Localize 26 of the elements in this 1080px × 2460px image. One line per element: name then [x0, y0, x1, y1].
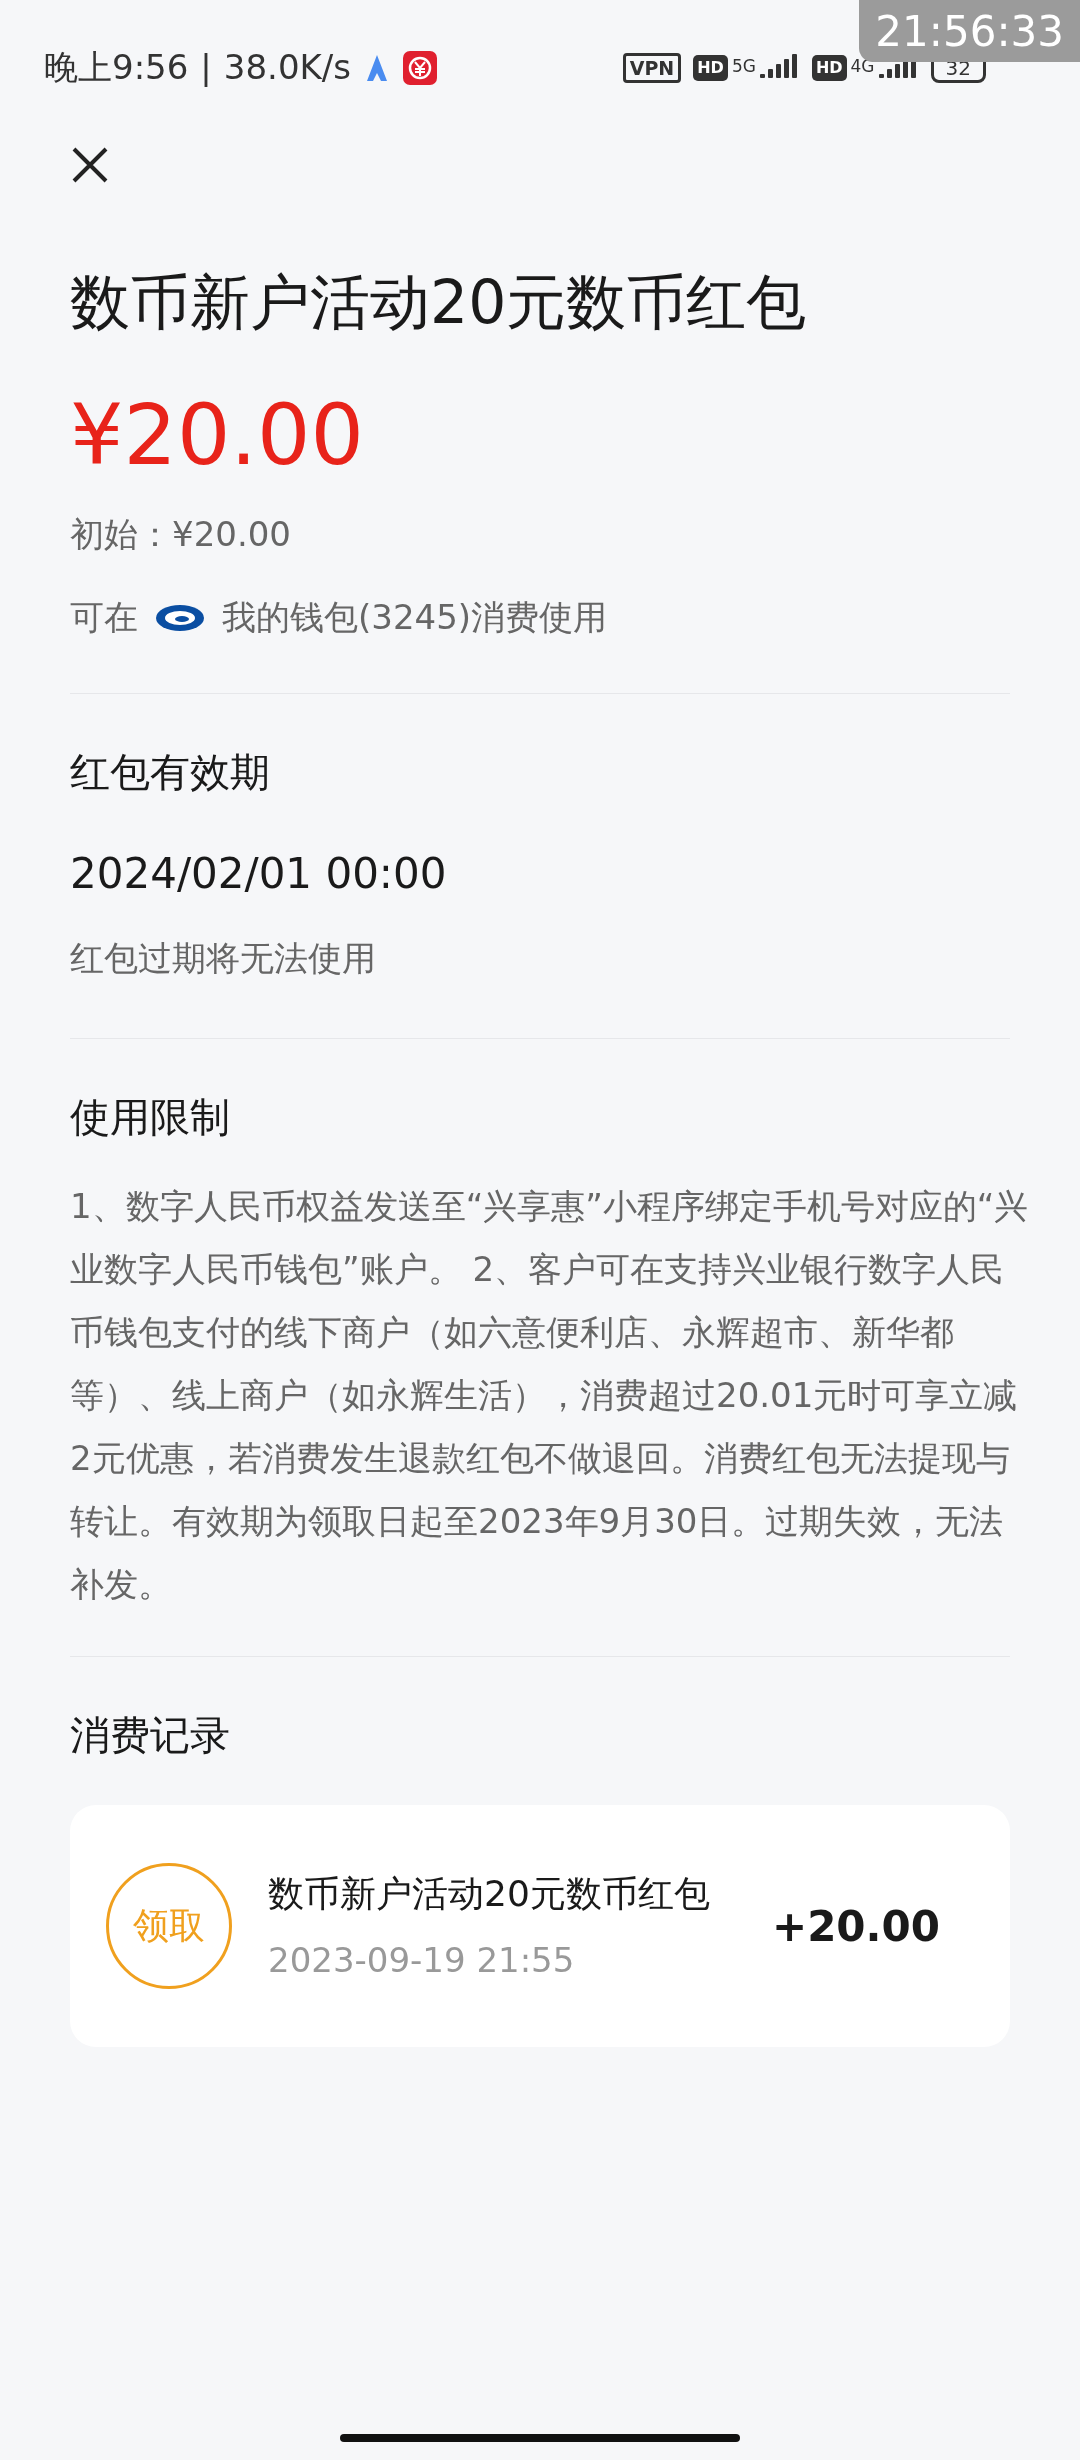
initial-amount: 初始：¥20.00: [70, 513, 292, 556]
yuan-icon: [403, 50, 437, 85]
section-heading: 消费记录: [70, 1711, 231, 1760]
bank-logo-icon: [154, 602, 206, 633]
hd-badge: HD: [693, 54, 728, 81]
record-time: 2023-09-19 21:55: [268, 1938, 576, 1982]
close-icon: [70, 145, 110, 185]
amount: ¥20.00: [70, 385, 365, 485]
rules-text: 1、数字人民币权益发送至“兴享惠”小程序绑定手机号对应的“兴业数字人民币钱包”账户。 2、客户可在支持兴业银行数字人民币钱包支付的线下商户（如六意便利店、永辉超市、新华都等）、线上商户（如永辉生活），消费超过20.01元时可享立减2元优惠，若消费发生退款红包不做退回。消费红包无法提现与转让。有效期为领取日起至2023年9月30日。过期失效，无法补发。: [70, 1185, 1030, 1606]
hd-badge: HD: [811, 54, 847, 81]
vpn-badge: VPN: [622, 52, 682, 83]
status-separator: |: [200, 46, 212, 89]
record-badge: 领取: [106, 1863, 232, 1989]
section-heading: 红包有效期: [70, 748, 271, 797]
record-card[interactable]: 领取 数币新户活动20元数币红包 2023-09-19 21:55 +20.00: [70, 1805, 1010, 2047]
page-title: 数币新户活动20元数币红包: [70, 267, 808, 337]
record-amount: +20.00: [771, 1900, 940, 1953]
usable-label: 可在: [70, 596, 138, 639]
expiry-date: 2024/02/01 00:00: [70, 848, 448, 900]
record-name: 数币新户活动20元数币红包: [268, 1871, 711, 1916]
expiry-note: 红包过期将无法使用: [70, 937, 377, 980]
wallet-text: 我的钱包(3245)消费使用: [222, 596, 608, 639]
status-time: 晚上9:56: [44, 46, 189, 89]
network-speed: 38.0K/s: [223, 46, 351, 89]
section-heading: 使用限制: [70, 1093, 231, 1142]
network-type: 5G: [731, 54, 756, 78]
